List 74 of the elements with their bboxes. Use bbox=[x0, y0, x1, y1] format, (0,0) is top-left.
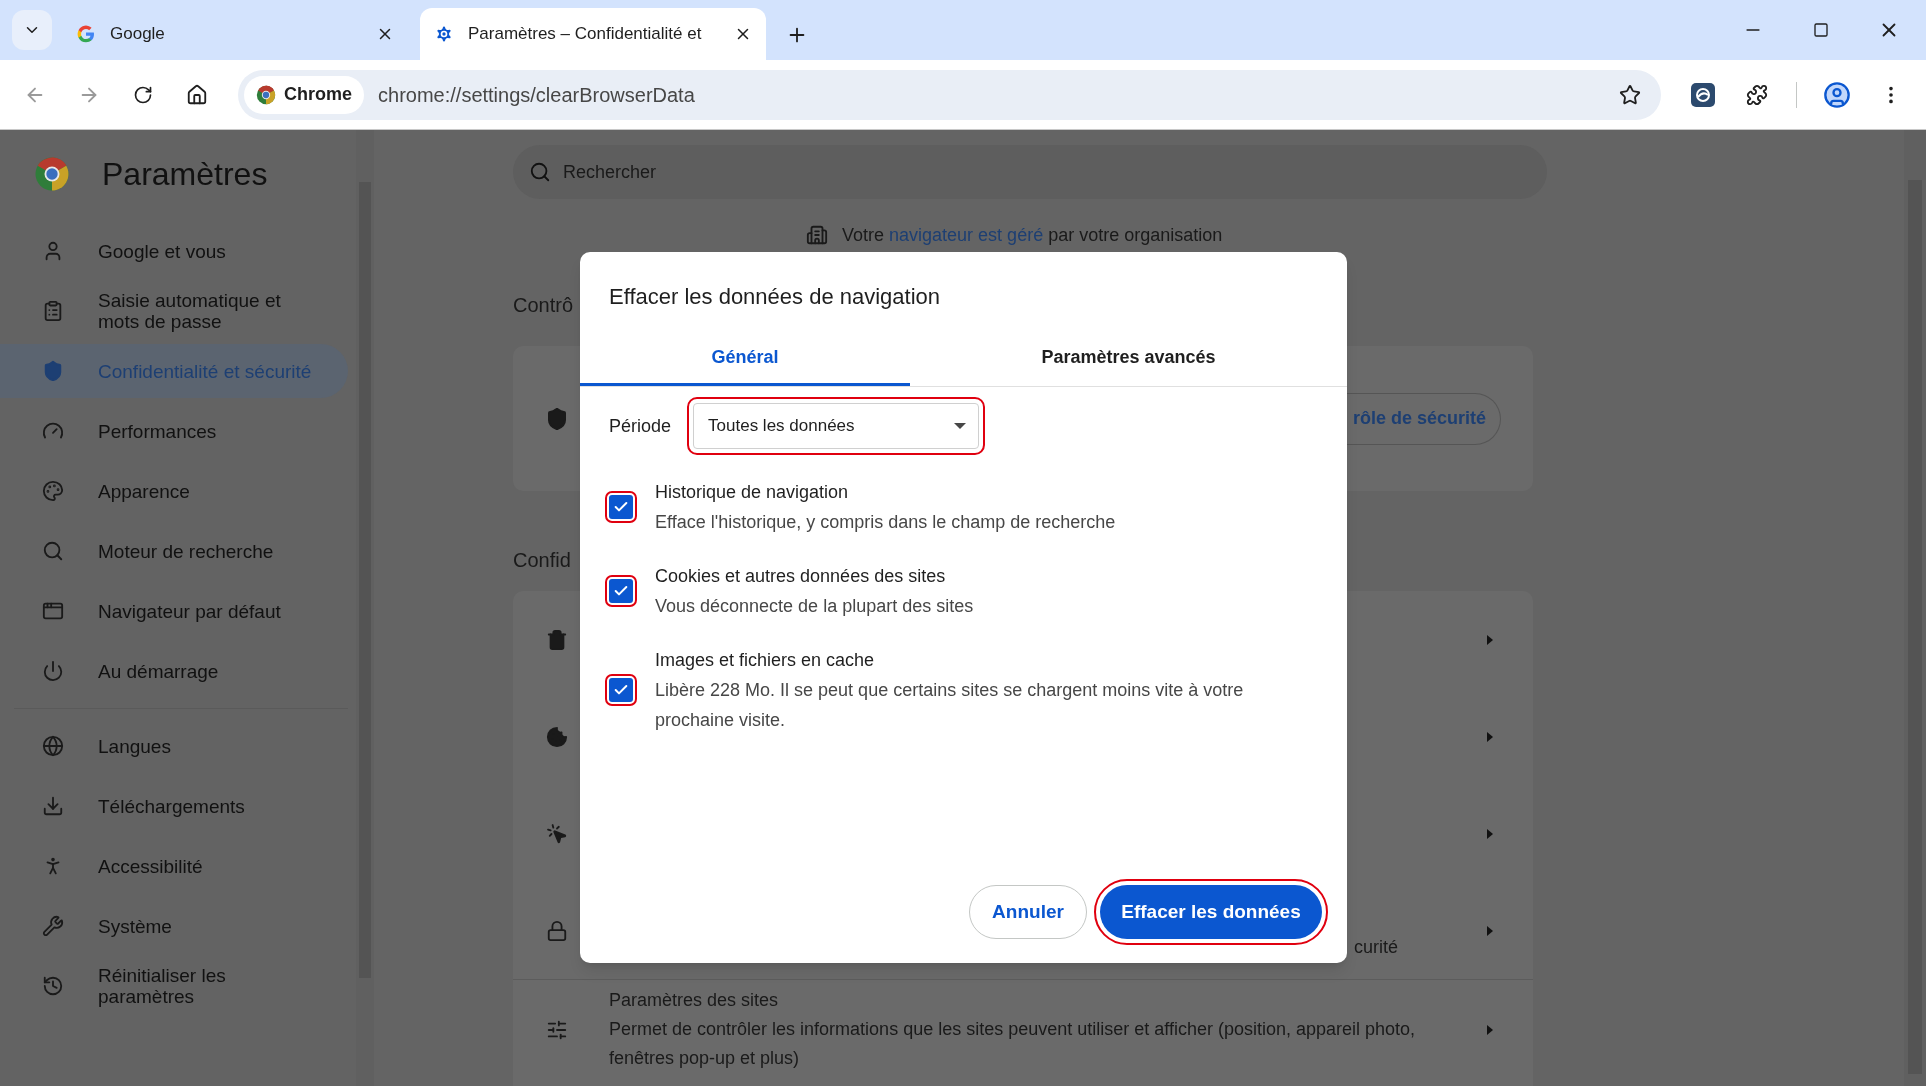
option-description: Vous déconnecte de la plupart des sites bbox=[655, 595, 975, 618]
option-description: Efface l'historique, y compris dans le champ de recherche bbox=[655, 511, 1117, 534]
browser-tab[interactable]: Paramètres – Confidentialité et bbox=[420, 8, 766, 60]
download-icon bbox=[42, 795, 64, 817]
sidebar-item[interactable]: Navigateur par défaut bbox=[0, 584, 348, 638]
dropdown-arrow-icon bbox=[954, 423, 967, 429]
row-title: Paramètres des sites bbox=[609, 989, 780, 1012]
shield-icon bbox=[42, 360, 64, 382]
chrome-logo bbox=[34, 156, 70, 192]
lock-icon bbox=[546, 919, 568, 942]
search-icon bbox=[529, 161, 551, 183]
option-description: Libère 228 Mo. Il se peut que certains sites se chargent moins vite à votre prochaine visite. bbox=[655, 679, 1245, 732]
caret-right-icon bbox=[1486, 633, 1494, 646]
cursor-icon bbox=[546, 822, 568, 845]
power-icon bbox=[42, 660, 64, 682]
settings-icon bbox=[434, 24, 454, 44]
sidebar-item[interactable]: Google et vous bbox=[0, 224, 348, 278]
dialog-tab[interactable]: Paramètres avancés bbox=[910, 331, 1347, 386]
sidebar-item[interactable]: Moteur de recherche bbox=[0, 524, 348, 578]
window-icon bbox=[42, 600, 64, 622]
site-chip[interactable]: Chrome bbox=[244, 75, 364, 114]
period-label: Période bbox=[609, 414, 672, 438]
sliders-icon bbox=[546, 1018, 568, 1041]
settings-title: Paramètres bbox=[102, 155, 268, 194]
managed-link[interactable]: navigateur est géré bbox=[889, 224, 1044, 245]
section-heading: Confid bbox=[513, 548, 572, 573]
reload-icon[interactable] bbox=[133, 84, 153, 105]
option-title: Cookies et autres données des sites bbox=[655, 565, 947, 588]
search-icon bbox=[42, 540, 64, 562]
section-heading: Contrô bbox=[513, 293, 575, 318]
row-description: curité bbox=[1354, 936, 1398, 959]
sidebar-item[interactable]: Confidentialité et sécurité bbox=[0, 344, 348, 398]
row-description: Permet de contrôler les informations que les sites peuvent utiliser et afficher (position, appareil photo, fenêtres pop-up et plus) bbox=[609, 1018, 1417, 1070]
address-bar[interactable]: Chrome chrome://settings/clearBrowserData bbox=[238, 69, 1661, 120]
shield-icon bbox=[545, 406, 569, 431]
sidebar-item[interactable]: Accessibilité bbox=[0, 839, 348, 893]
caret-right-icon bbox=[1486, 1023, 1494, 1036]
url-text: chrome://settings/clearBrowserData bbox=[378, 82, 695, 108]
building-icon bbox=[806, 224, 828, 246]
trash-icon bbox=[546, 628, 568, 651]
tab-title: Paramètres – Confidentialité et bbox=[468, 23, 703, 46]
sidebar-item[interactable]: Système bbox=[0, 899, 348, 953]
google-icon bbox=[76, 24, 96, 44]
sidebar-item[interactable]: Au démarrage bbox=[0, 644, 348, 698]
sidebar-item[interactable]: Langues bbox=[0, 719, 348, 773]
chrome-logo bbox=[256, 84, 276, 105]
caret-right-icon bbox=[1486, 924, 1494, 937]
clipboard-icon bbox=[42, 300, 64, 322]
managed-notice: Votre navigateur est géré par votre organisation bbox=[842, 223, 1223, 247]
history-icon bbox=[42, 975, 64, 997]
sidebar-item[interactable]: Réinitialiser les paramètres bbox=[0, 959, 348, 1013]
option-title: Historique de navigation bbox=[655, 481, 850, 504]
maximize-icon[interactable] bbox=[1813, 22, 1829, 38]
home-icon[interactable] bbox=[186, 83, 208, 106]
sidebar-item[interactable]: Téléchargements bbox=[0, 779, 348, 833]
puzzle-icon[interactable] bbox=[1746, 83, 1768, 106]
extension-icon[interactable] bbox=[1691, 82, 1715, 107]
caret-right-icon bbox=[1486, 730, 1494, 743]
star-icon[interactable] bbox=[1619, 83, 1641, 106]
sidebar-item[interactable]: Saisie automatique et mots de passe bbox=[0, 284, 348, 338]
caret-right-icon bbox=[1486, 827, 1494, 840]
option-title: Images et fichiers en cache bbox=[655, 649, 876, 672]
cookie-icon bbox=[546, 725, 568, 748]
wrench-icon bbox=[42, 915, 64, 937]
dialog-tab[interactable]: Général bbox=[580, 331, 910, 386]
sidebar-item[interactable]: Apparence bbox=[0, 464, 348, 518]
browser-tab[interactable]: Google bbox=[62, 8, 408, 60]
search-field[interactable]: Rechercher bbox=[513, 145, 1547, 199]
globe-icon bbox=[42, 735, 64, 757]
sidebar-item[interactable]: Performances bbox=[0, 404, 348, 458]
tab-title: Google bbox=[110, 23, 166, 46]
profile-avatar[interactable] bbox=[1823, 80, 1851, 109]
dialog-title: Effacer les données de navigation bbox=[609, 283, 942, 311]
palette-icon bbox=[42, 480, 64, 502]
